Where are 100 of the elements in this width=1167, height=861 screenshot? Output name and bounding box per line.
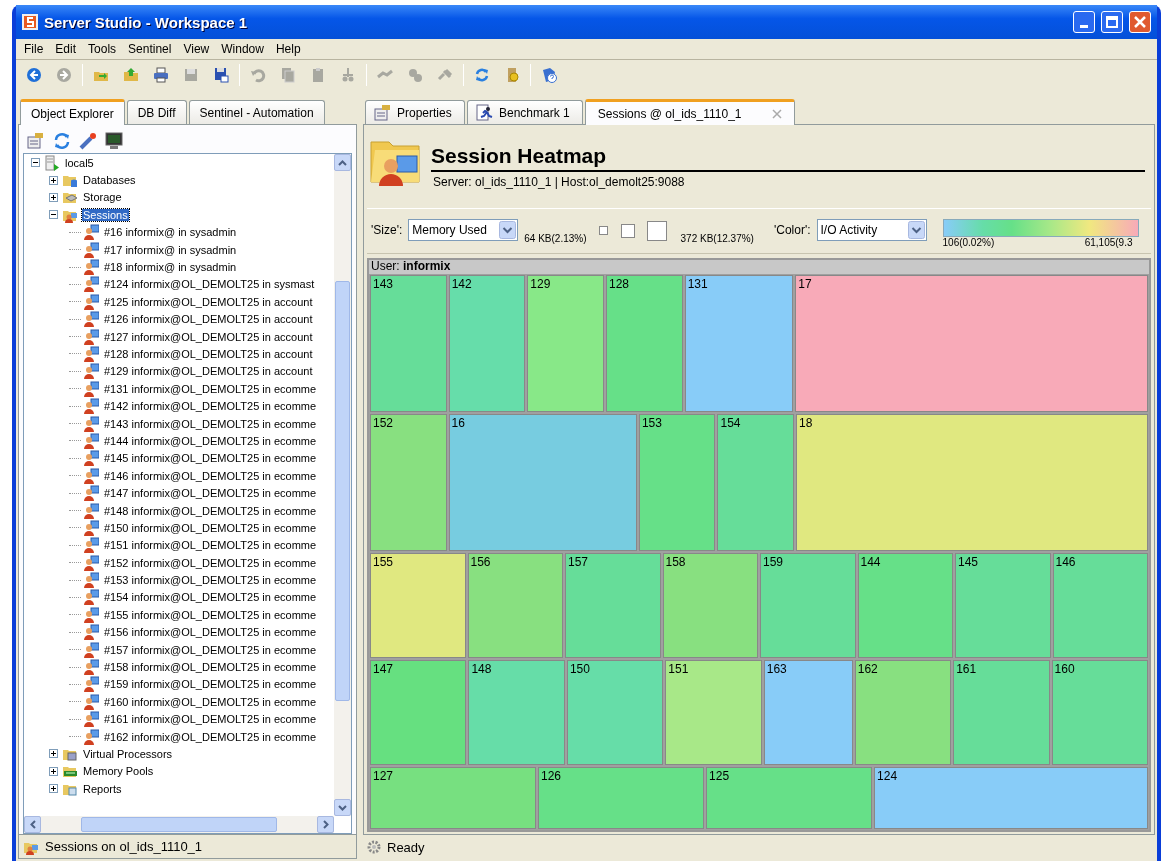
heatmap-cell[interactable]: 159 <box>760 553 856 659</box>
tab[interactable]: Object Explorer <box>20 99 125 125</box>
tab[interactable]: DB Diff <box>126 100 187 124</box>
tree-item[interactable]: #157 informix@OL_DEMOLT25 in ecomme <box>103 643 318 656</box>
color-dropdown[interactable]: I/O Activity <box>816 219 927 241</box>
tree-toggle[interactable] <box>49 175 58 185</box>
menu-item[interactable]: Tools <box>82 40 123 58</box>
tab[interactable]: Properties <box>365 100 465 124</box>
heatmap-cell[interactable]: 150 <box>566 660 664 766</box>
heatmap-cell[interactable]: 17 <box>795 275 1148 413</box>
heatmap-cell[interactable]: 146 <box>1052 553 1148 659</box>
tree-item[interactable]: #146 informix@OL_DEMOLT25 in ecomme <box>103 469 318 482</box>
tree-item[interactable]: #150 informix@OL_DEMOLT25 in ecomme <box>103 521 318 534</box>
tree-item[interactable]: #148 informix@OL_DEMOLT25 in ecomme <box>103 504 318 517</box>
heatmap-cell[interactable]: 147 <box>370 660 467 766</box>
heatmap-cell[interactable]: 161 <box>953 660 1050 766</box>
tree-item[interactable]: #160 informix@OL_DEMOLT25 in ecomme <box>103 695 318 708</box>
heatmap-cell[interactable]: 16 <box>448 414 637 552</box>
tree-item[interactable]: Memory Pools <box>82 765 155 778</box>
scroll-thumb[interactable] <box>81 817 277 832</box>
heatmap-cell[interactable]: 160 <box>1051 660 1149 766</box>
tree-item[interactable]: #142 informix@OL_DEMOLT25 in ecomme <box>103 400 318 413</box>
tree-item[interactable]: local5 <box>64 156 95 169</box>
maximize-button[interactable] <box>1101 11 1123 33</box>
heatmap-cell[interactable]: 125 <box>706 767 873 829</box>
scroll-up-button[interactable] <box>334 154 351 171</box>
tree-item[interactable]: #124 informix@OL_DEMOLT25 in sysmast <box>103 278 316 291</box>
tree-item[interactable]: Databases <box>82 174 137 187</box>
scroll-left-button[interactable] <box>24 816 41 833</box>
tree-toggle[interactable] <box>49 766 58 776</box>
tree-item[interactable]: #16 informix@ in sysadmin <box>103 226 238 239</box>
tree-item[interactable]: #127 informix@OL_DEMOLT25 in account <box>103 330 314 343</box>
scroll-down-button[interactable] <box>334 799 351 816</box>
tree-item[interactable]: #143 informix@OL_DEMOLT25 in ecomme <box>103 417 318 430</box>
tree-item[interactable]: #152 informix@OL_DEMOLT25 in ecomme <box>103 556 318 569</box>
tree-item[interactable]: #145 informix@OL_DEMOLT25 in ecomme <box>103 452 318 465</box>
tree-item[interactable]: #153 informix@OL_DEMOLT25 in ecomme <box>103 574 318 587</box>
menu-item[interactable]: View <box>177 40 216 58</box>
tree-item[interactable]: Virtual Processors <box>82 747 174 760</box>
minimize-button[interactable] <box>1073 11 1095 33</box>
heatmap-cell[interactable]: 127 <box>370 767 536 829</box>
tree-item[interactable]: #154 informix@OL_DEMOLT25 in ecomme <box>103 591 318 604</box>
tree-item[interactable]: #126 informix@OL_DEMOLT25 in account <box>103 313 314 326</box>
heatmap-cell[interactable]: 129 <box>527 275 604 413</box>
scroll-thumb[interactable] <box>335 281 350 701</box>
tree-item[interactable]: #144 informix@OL_DEMOLT25 in ecomme <box>103 434 318 447</box>
tree-item[interactable]: Reports <box>82 782 123 795</box>
tree-item[interactable]: #159 informix@OL_DEMOLT25 in ecomme <box>103 678 318 691</box>
tree-toggle[interactable] <box>49 749 58 759</box>
tree-item[interactable]: Storage <box>82 191 123 204</box>
tree-item[interactable]: #156 informix@OL_DEMOLT25 in ecomme <box>103 626 318 639</box>
heatmap-cell[interactable]: 144 <box>857 553 953 659</box>
heatmap-cell[interactable]: 148 <box>468 660 565 766</box>
heatmap-cell[interactable]: 156 <box>467 553 563 659</box>
heatmap-cell[interactable]: 131 <box>684 275 794 413</box>
tab[interactable]: Sessions @ ol_ids_1110_1 <box>584 99 795 125</box>
heatmap-cell[interactable]: 126 <box>538 767 705 829</box>
menu-item[interactable]: Sentinel <box>122 40 178 58</box>
close-button[interactable] <box>1129 11 1151 33</box>
tree-item[interactable]: #162 informix@OL_DEMOLT25 in ecomme <box>103 730 318 743</box>
menu-item[interactable]: File <box>18 40 50 58</box>
scroll-right-button[interactable] <box>317 816 334 833</box>
tree-item[interactable]: #158 informix@OL_DEMOLT25 in ecomme <box>103 661 318 673</box>
size-dropdown[interactable]: Memory Used <box>408 219 519 241</box>
tree-item[interactable]: #18 informix@ in sysadmin <box>103 261 238 274</box>
heatmap-cell[interactable]: 124 <box>874 767 1148 829</box>
tree-item[interactable]: #129 informix@OL_DEMOLT25 in account <box>103 365 314 378</box>
tree-item[interactable]: #151 informix@OL_DEMOLT25 in ecomme <box>103 539 318 552</box>
heatmap-cell[interactable]: 162 <box>854 660 952 766</box>
menu-item[interactable]: Edit <box>49 40 83 58</box>
menu-item[interactable]: Help <box>269 40 307 58</box>
heatmap-cell[interactable]: 143 <box>370 275 447 413</box>
tree-item[interactable]: #128 informix@OL_DEMOLT25 in account <box>103 348 314 360</box>
tree-item[interactable]: Sessions <box>82 208 129 221</box>
heatmap-cell[interactable]: 128 <box>605 275 683 413</box>
user-monitor-icon <box>83 450 99 467</box>
tree-toggle[interactable] <box>49 210 58 220</box>
tree-toggle[interactable] <box>49 784 58 794</box>
heatmap-cell[interactable]: 155 <box>370 553 466 659</box>
tab[interactable]: Benchmark 1 <box>467 100 583 124</box>
tree-toggle[interactable] <box>49 192 58 202</box>
tree-item[interactable]: #155 informix@OL_DEMOLT25 in ecomme <box>103 608 318 621</box>
tab[interactable]: Sentinel - Automation <box>188 100 325 124</box>
heatmap-cell[interactable]: 18 <box>795 414 1148 552</box>
heatmap-cell[interactable]: 163 <box>763 660 853 766</box>
heatmap-cell[interactable]: 154 <box>717 414 794 552</box>
heatmap-cell[interactable]: 151 <box>665 660 762 766</box>
tree-item[interactable]: #125 informix@OL_DEMOLT25 in account <box>103 295 314 308</box>
tree-toggle[interactable] <box>31 158 40 168</box>
heatmap-cell[interactable]: 157 <box>565 553 661 659</box>
heatmap-cell[interactable]: 142 <box>448 275 526 413</box>
tree-item[interactable]: #147 informix@OL_DEMOLT25 in ecomme <box>103 487 318 500</box>
heatmap-cell[interactable]: 152 <box>370 414 447 552</box>
menu-item[interactable]: Window <box>215 40 270 58</box>
tree-item[interactable]: #161 informix@OL_DEMOLT25 in ecomme <box>103 713 318 726</box>
tree-item[interactable]: #131 informix@OL_DEMOLT25 in ecomme <box>103 382 318 395</box>
heatmap-cell[interactable]: 158 <box>662 553 758 659</box>
heatmap-cell[interactable]: 145 <box>955 553 1051 659</box>
heatmap-cell[interactable]: 153 <box>638 414 716 552</box>
tree-item[interactable]: #17 informix@ in sysadmin <box>103 243 238 256</box>
